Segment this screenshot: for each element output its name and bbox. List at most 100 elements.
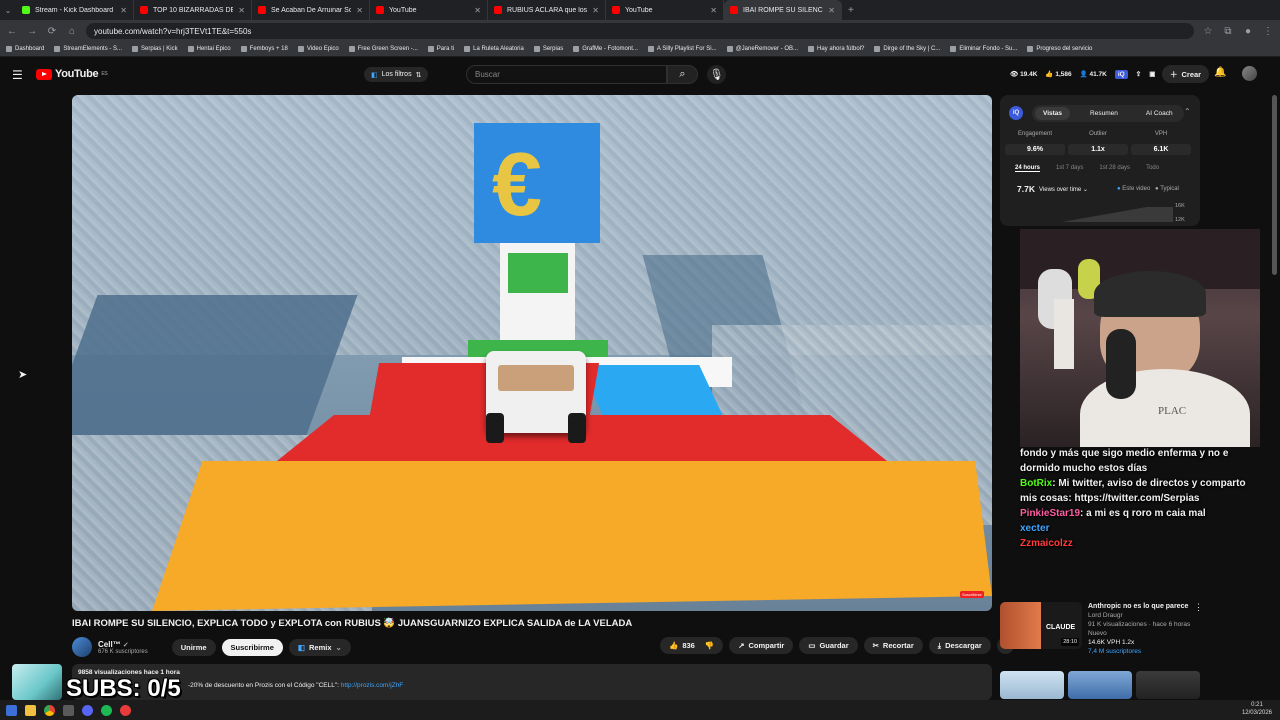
chat-message: fondo y más que sigo medio enferma y no … [1020,446,1260,476]
bookmark-item[interactable]: Video Epico [297,46,339,52]
download-button[interactable]: ⤓ Descargar [928,637,991,654]
profile-icon[interactable]: ● [1242,26,1254,37]
bookmark-item[interactable]: Serpias | Kick [132,46,178,52]
browser-tab[interactable]: IBAI ROMPE SU SILENCIO, E ✕ [724,0,842,20]
tab-title: RUBIUS ACLARA que los COMEN [507,6,588,14]
extension-stats: 👁 19.4K 👍 1,586 👤 41.7K iQ ⇪ ▣ [1010,66,1155,82]
browser-tab[interactable]: Stream - Kick Dashboard ✕ [16,0,134,20]
notifications-bell-icon[interactable]: 🔔 [1214,67,1226,78]
subscribe-watermark[interactable]: Suscribirse [960,591,984,598]
bookmark-item[interactable]: Free Green Screen -... [348,46,418,52]
back-icon[interactable]: ← [6,26,18,37]
start-icon[interactable] [6,704,17,716]
remix-button[interactable]: ◧ Remix ⌄ [288,638,351,656]
bookmark-item[interactable]: Para ti [427,46,454,52]
views-over-time-dropdown[interactable]: Views over time ⌄ [1039,186,1088,193]
range-option[interactable]: 24 hours [1015,165,1041,172]
browser-tab[interactable]: YouTube ✕ [606,0,724,20]
extensions-icon[interactable]: ⧉ [1222,26,1234,37]
thumbnail-3[interactable] [1136,671,1200,699]
range-option[interactable]: 1st 7 days [1056,165,1083,172]
file-explorer-icon[interactable] [25,704,36,716]
tab-close-icon[interactable]: ✕ [238,6,245,15]
thumbs-down-icon[interactable]: 👎 [705,641,714,650]
app-icon[interactable] [63,704,74,716]
thumbnail-1[interactable] [1000,671,1064,699]
search-input[interactable]: Buscar [466,65,667,84]
bookmark-item[interactable]: Hay ahora fútbol? [808,46,864,52]
bookmark-item[interactable]: La Ruleta Aleatoria [464,46,524,52]
save-button[interactable]: ▭ Guardar [799,637,858,654]
tab-close-icon[interactable]: ✕ [828,6,835,15]
range-option[interactable]: 1st 28 days [1099,165,1130,172]
search-button[interactable]: ⌕ [667,65,698,84]
bookmark-item[interactable]: Progreso del servicio [1027,46,1092,52]
join-button[interactable]: Unirme [171,638,216,656]
page-scrollbar[interactable] [1272,95,1277,275]
tab-list-icon[interactable]: ⌄ [0,6,16,15]
url-field[interactable]: youtube.com/watch?v=hrj3TEVt1TE&t=550s [86,23,1194,39]
thumbnail-2[interactable] [1068,671,1132,699]
download-icon: ⤓ [937,640,942,650]
browser-tab[interactable]: RUBIUS ACLARA que los COMEN ✕ [488,0,606,20]
video-player[interactable]: € Suscribirse [72,95,992,611]
tab-close-icon[interactable]: ✕ [120,6,127,15]
bookmark-item[interactable]: Dashboard [6,46,44,52]
recommendation-item[interactable] [1000,671,1270,699]
hamburger-menu-icon[interactable]: ☰ [12,68,23,82]
channel-name[interactable]: Cell™ [98,640,121,649]
browser-tab[interactable]: YouTube ✕ [370,0,488,20]
bookmark-item[interactable]: Serpias [533,46,563,52]
extension-icon[interactable]: ▣ [1149,70,1155,78]
bookmark-item[interactable]: @JaneRemover - OB... [726,46,798,52]
tab-close-icon[interactable]: ✕ [474,6,481,15]
tab-close-icon[interactable]: ✕ [710,6,717,15]
home-icon[interactable]: ⌂ [66,26,78,37]
description-link[interactable]: http://prozis.com/jZhF [341,682,404,689]
tab-close-icon[interactable]: ✕ [592,6,599,15]
vidiq-icon[interactable]: iQ [1114,69,1128,79]
new-tab-icon[interactable]: + [848,5,854,16]
panel-tab[interactable]: AI Coach [1138,107,1181,120]
menu-icon[interactable]: ⋮ [1262,26,1274,37]
tab-close-icon[interactable]: ✕ [356,6,363,15]
recommendation-item[interactable]: CLAUDE 28:10 Anthropic no es lo que pare… [1000,602,1270,655]
bookmark-item[interactable]: Dirge of the Sky | C... [874,46,940,52]
microphone [1106,329,1136,399]
voice-search-button[interactable]: 🎙 [707,65,726,84]
panel-tab[interactable]: Resumen [1082,107,1126,120]
upload-icon[interactable]: ⇪ [1136,70,1141,78]
user-avatar[interactable] [1242,66,1257,81]
youtube-logo[interactable]: YouTube ES [36,68,108,80]
discord-icon[interactable] [82,704,93,716]
bookmark-item[interactable]: Eliminar Fondo - Su... [950,46,1017,52]
bookmark-item[interactable]: StreamElements - S... [54,46,122,52]
chrome-icon[interactable] [44,704,55,716]
like-button[interactable]: 👍 836 👎 [660,637,724,654]
browser-tab[interactable]: Se Acaban De Arruinar Solos - ✕ [252,0,370,20]
chat-message: BotRix: Mi twitter, aviso de directos y … [1020,476,1260,506]
scissors-icon: ✂ [872,641,879,650]
range-option[interactable]: Todo [1146,165,1159,172]
spotify-icon[interactable] [101,704,112,716]
bookmark-item[interactable]: A Silly Playlist For Si... [647,46,717,52]
obs-icon[interactable] [120,704,131,716]
recommendation-thumbnail[interactable]: CLAUDE 28:10 [1000,602,1082,649]
collapse-icon[interactable]: ⌃ [1184,107,1191,116]
create-button[interactable]: ＋ Crear [1162,65,1210,83]
bookmark-item[interactable]: Hentai Epico [187,46,231,52]
share-button[interactable]: ↗ Compartir [729,637,794,654]
bookmark-item[interactable]: Femboys + 18 [240,46,288,52]
bookmark-star-icon[interactable]: ☆ [1202,26,1214,37]
forward-icon[interactable]: → [26,26,38,37]
clip-button[interactable]: ✂ Recortar [863,637,923,654]
reload-icon[interactable]: ⟳ [46,26,58,37]
subscribe-button[interactable]: Suscribirme [221,638,283,656]
browser-tab[interactable]: TOP 10 BIZARRADAS DEL XOKAS ✕ [134,0,252,20]
bookmark-item[interactable]: GrafMe - Fotomont... [573,46,638,52]
filters-button[interactable]: ◧ Los filtros ⇅ [364,67,429,82]
panel-tab[interactable]: Vistas [1035,107,1071,120]
more-icon[interactable]: ⋮ [1194,602,1203,613]
video-description[interactable]: 9858 visualizaciones hace 1 hora -20% de… [72,664,992,700]
channel-avatar[interactable] [72,637,92,657]
